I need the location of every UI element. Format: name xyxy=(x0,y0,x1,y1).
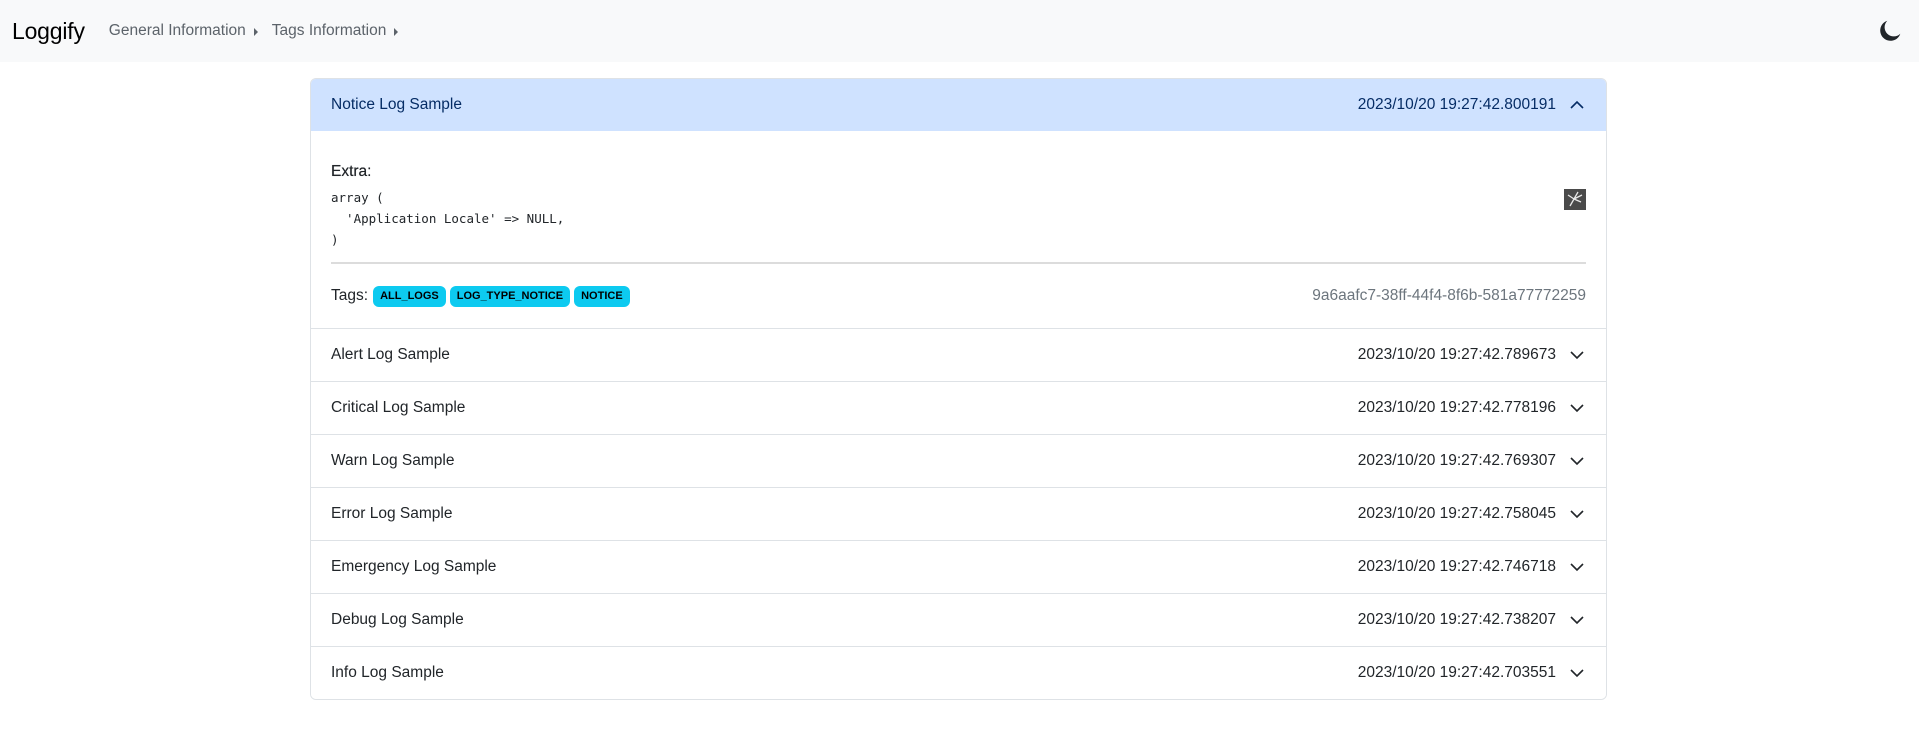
log-title: Notice Log Sample xyxy=(331,96,462,113)
log-item-header[interactable]: Notice Log Sample 2023/10/20 19:27:42.80… xyxy=(311,79,1606,131)
log-item-header[interactable]: Critical Log Sample 2023/10/20 19:27:42.… xyxy=(311,382,1606,434)
tag-badge[interactable]: LOG_TYPE_NOTICE xyxy=(449,285,571,307)
chevron-down-icon xyxy=(1568,505,1586,523)
nav-tags-information-label: Tags Information xyxy=(271,22,387,39)
log-item-header[interactable]: Info Log Sample 2023/10/20 19:27:42.7035… xyxy=(311,647,1606,699)
log-timestamp: 2023/10/20 19:27:42.769307 xyxy=(1357,452,1556,469)
extra-label: Extra: xyxy=(331,163,372,180)
log-item: Debug Log Sample 2023/10/20 19:27:42.738… xyxy=(311,594,1606,647)
log-item: Emergency Log Sample 2023/10/20 19:27:42… xyxy=(311,541,1606,594)
brand-logo[interactable]: Loggify xyxy=(12,18,85,45)
log-item-header[interactable]: Debug Log Sample 2023/10/20 19:27:42.738… xyxy=(311,594,1606,646)
log-uuid: 9a6aafc7-38ff-44f4-8f6b-581a77772259 xyxy=(1312,287,1586,304)
chevron-up-icon xyxy=(1568,96,1586,114)
broken-image-icon[interactable] xyxy=(1564,189,1586,210)
chevron-down-icon xyxy=(1568,664,1586,682)
log-timestamp: 2023/10/20 19:27:42.778196 xyxy=(1357,399,1556,416)
log-title: Critical Log Sample xyxy=(331,399,466,416)
log-item-header[interactable]: Error Log Sample 2023/10/20 19:27:42.758… xyxy=(311,488,1606,540)
log-item: Alert Log Sample 2023/10/20 19:27:42.789… xyxy=(311,329,1606,382)
log-item-header[interactable]: Emergency Log Sample 2023/10/20 19:27:42… xyxy=(311,541,1606,593)
log-title: Error Log Sample xyxy=(331,505,453,522)
log-timestamp: 2023/10/20 19:27:42.789673 xyxy=(1357,346,1556,363)
log-accordion: Notice Log Sample 2023/10/20 19:27:42.80… xyxy=(310,78,1607,700)
caret-right-icon xyxy=(253,28,258,36)
log-title: Debug Log Sample xyxy=(331,611,464,628)
tag-badge[interactable]: NOTICE xyxy=(574,285,630,307)
log-title: Warn Log Sample xyxy=(331,452,455,469)
nav-general-information[interactable]: General Information xyxy=(109,22,258,40)
theme-toggle-button[interactable] xyxy=(1875,16,1905,46)
log-title: Emergency Log Sample xyxy=(331,558,497,575)
log-timestamp: 2023/10/20 19:27:42.758045 xyxy=(1357,505,1556,522)
log-timestamp: 2023/10/20 19:27:42.738207 xyxy=(1357,611,1556,628)
log-list-container: Notice Log Sample 2023/10/20 19:27:42.80… xyxy=(310,78,1607,700)
tag-badge[interactable]: ALL_LOGS xyxy=(373,285,446,307)
log-item: Warn Log Sample 2023/10/20 19:27:42.7693… xyxy=(311,435,1606,488)
chevron-down-icon xyxy=(1568,558,1586,576)
extra-code: array ( 'Application Locale' => NULL, ) xyxy=(331,190,565,247)
tags-label: Tags: xyxy=(331,287,369,304)
log-title: Info Log Sample xyxy=(331,664,444,681)
tags-row: Tags: ALL_LOGS LOG_TYPE_NOTICE NOTICE 9a… xyxy=(331,264,1586,328)
chevron-down-icon xyxy=(1568,346,1586,364)
nav-tags-information[interactable]: Tags Information xyxy=(272,22,399,40)
navbar: Loggify General Information Tags Informa… xyxy=(0,0,1919,62)
caret-right-icon xyxy=(394,28,399,36)
log-item-header[interactable]: Alert Log Sample 2023/10/20 19:27:42.789… xyxy=(311,329,1606,381)
log-item: Notice Log Sample 2023/10/20 19:27:42.80… xyxy=(311,79,1606,329)
log-timestamp: 2023/10/20 19:27:42.800191 xyxy=(1357,96,1556,113)
log-item: Error Log Sample 2023/10/20 19:27:42.758… xyxy=(311,488,1606,541)
log-item-header[interactable]: Warn Log Sample 2023/10/20 19:27:42.7693… xyxy=(311,435,1606,487)
log-timestamp: 2023/10/20 19:27:42.703551 xyxy=(1357,664,1556,681)
log-title: Alert Log Sample xyxy=(331,346,450,363)
moon-icon xyxy=(1880,20,1901,41)
log-timestamp: 2023/10/20 19:27:42.746718 xyxy=(1357,558,1556,575)
chevron-down-icon xyxy=(1568,399,1586,417)
log-item: Critical Log Sample 2023/10/20 19:27:42.… xyxy=(311,382,1606,435)
chevron-down-icon xyxy=(1568,452,1586,470)
chevron-down-icon xyxy=(1568,611,1586,629)
log-item: Info Log Sample 2023/10/20 19:27:42.7035… xyxy=(311,647,1606,699)
nav-general-information-label: General Information xyxy=(108,22,246,39)
log-item-body: Extra: array ( 'Application Locale' => N… xyxy=(311,131,1606,328)
